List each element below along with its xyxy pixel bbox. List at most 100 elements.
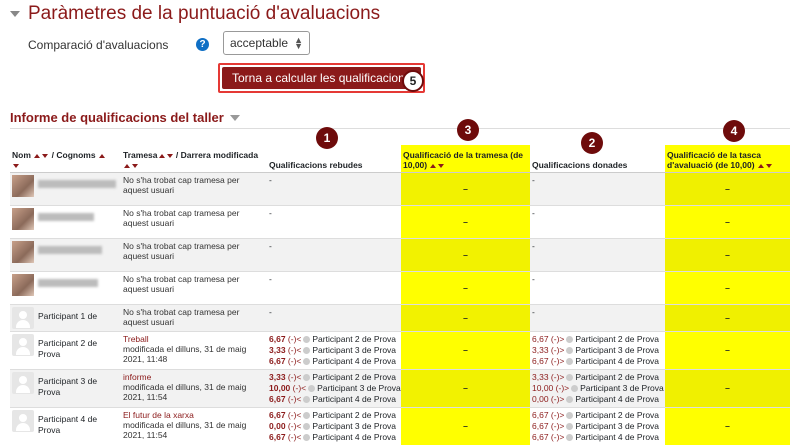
- user-avatar[interactable]: [12, 333, 34, 356]
- blurred-username: [38, 179, 116, 188]
- table-row: No s'ha trobat cap tramesa per aquest us…: [10, 204, 790, 238]
- grade-entry[interactable]: 6,67 (-)> Participant 2 de Prova: [532, 334, 663, 345]
- participant-name[interactable]: Participant 2 de Prova: [38, 334, 119, 360]
- sort-desc-icon[interactable]: [438, 163, 445, 168]
- participant-name[interactable]: Participant 1 de: [38, 307, 97, 322]
- user-avatar-icon: [566, 373, 574, 381]
- grade-entry[interactable]: 6,67 (-)< Participant 4 de Prova: [269, 432, 399, 443]
- submission-grade-cell: –: [401, 237, 530, 271]
- user-avatar[interactable]: [12, 240, 34, 263]
- grade-entry[interactable]: 0,00 (-)< Participant 3 de Prova: [269, 421, 399, 432]
- grade-entry[interactable]: 6,67 (-)> Participant 4 de Prova: [532, 432, 663, 443]
- report-header[interactable]: Informe de qualificacions del taller: [10, 110, 248, 125]
- grade-entry[interactable]: 10,00 (-)> Participant 3 de Prova: [532, 383, 664, 394]
- submission-grade-cell: –: [401, 330, 530, 369]
- grade-entry[interactable]: 6,67 (-)> Participant 3 de Prova: [532, 421, 663, 432]
- sort-desc-icon[interactable]: [42, 153, 49, 158]
- user-avatar-icon: [566, 422, 574, 430]
- sort-desc-icon[interactable]: [166, 153, 173, 158]
- help-icon[interactable]: ?: [196, 38, 209, 51]
- grade-entry[interactable]: 6,67 (-)< Participant 4 de Prova: [269, 394, 399, 405]
- submission-title-link[interactable]: informe: [123, 372, 265, 382]
- col-submission-label[interactable]: Tramesa: [123, 150, 158, 160]
- select-arrows-icon: ▲ ▼: [294, 35, 303, 51]
- col-submission-grade[interactable]: Qualificació de la tramesa (de 10,00): [401, 145, 530, 173]
- user-avatar[interactable]: [12, 409, 34, 432]
- col-name[interactable]: Nom / Cognoms: [10, 145, 121, 173]
- given-cell: -: [530, 204, 665, 238]
- collapse-caret-icon[interactable]: [10, 11, 20, 17]
- col-received: Qualificacions rebudes: [267, 145, 401, 173]
- received-cell: -: [267, 237, 401, 271]
- sort-asc-icon[interactable]: [98, 153, 105, 158]
- grades-report-table: Nom / Cognoms Tramesa / Darrera modifica…: [10, 145, 790, 445]
- recalc-highlight: Torna a calcular les qualificacions: [218, 63, 425, 93]
- col-assessment-grade-label[interactable]: Qualificació de la tasca d'avaluació (de…: [667, 150, 761, 170]
- callout-5: 5: [402, 70, 424, 92]
- grade-entry[interactable]: 6,67 (-)> Participant 2 de Prova: [532, 410, 663, 421]
- table-row: Participant 2 de Prova Treball modificada…: [10, 330, 790, 369]
- col-submission-grade-label[interactable]: Qualificació de la tramesa (de 10,00): [403, 150, 523, 170]
- col-submission[interactable]: Tramesa / Darrera modificada: [121, 145, 267, 173]
- user-avatar[interactable]: [12, 273, 34, 296]
- blurred-username: [38, 245, 102, 254]
- table-row: Participant 3 de Prova informe modificada…: [10, 368, 790, 407]
- grade-entry[interactable]: 6,67 (-)< Participant 2 de Prova: [269, 334, 399, 345]
- user-avatar-icon: [303, 346, 311, 354]
- user-avatar[interactable]: [12, 207, 34, 230]
- grade-entry[interactable]: 6,67 (-)< Participant 2 de Prova: [269, 410, 399, 421]
- user-avatar-icon: [303, 395, 311, 403]
- user-avatar[interactable]: [12, 371, 34, 394]
- table-row: No s'ha trobat cap tramesa per aquest us…: [10, 237, 790, 271]
- sort-asc-icon[interactable]: [757, 163, 764, 168]
- user-avatar-icon: [308, 384, 316, 392]
- sort-desc-icon[interactable]: [132, 163, 138, 168]
- submission-grade-cell: –: [401, 204, 530, 238]
- user-avatar-icon: [566, 357, 574, 365]
- blurred-username: [38, 278, 98, 287]
- grade-entry[interactable]: 6,67 (-)< Participant 4 de Prova: [269, 356, 399, 367]
- given-cell: -: [530, 303, 665, 331]
- user-avatar-icon: [303, 373, 311, 381]
- sort-desc-icon[interactable]: [13, 163, 19, 168]
- col-name-label[interactable]: Nom: [12, 150, 31, 160]
- grade-entry[interactable]: 10,00 (-)< Participant 3 de Prova: [269, 383, 401, 394]
- grade-entry[interactable]: 6,67 (-)> Participant 4 de Prova: [532, 356, 663, 367]
- grade-entry[interactable]: 3,33 (-)< Participant 3 de Prova: [269, 345, 399, 356]
- col-modified-label[interactable]: / Darrera modificada: [176, 150, 258, 160]
- submission-date: modificada el dilluns, 31 de maig 2021, …: [123, 419, 247, 440]
- user-avatar-icon: [303, 422, 311, 430]
- assessment-grade-cell: –: [665, 406, 790, 445]
- user-avatar-icon: [571, 384, 579, 392]
- submission-title-link[interactable]: Treball: [123, 334, 265, 344]
- divider: [10, 128, 790, 129]
- callout-4: 4: [723, 120, 745, 142]
- submission-title-link[interactable]: El futur de la xarxa: [123, 410, 265, 420]
- assessment-grade-cell: –: [665, 368, 790, 407]
- report-menu-caret-icon[interactable]: [229, 114, 240, 121]
- user-avatar[interactable]: [12, 174, 34, 197]
- recalculate-grades-button[interactable]: Torna a calcular les qualificacions: [222, 67, 421, 89]
- received-cell: -: [267, 270, 401, 304]
- assessment-grade-cell: –: [665, 171, 790, 205]
- comparison-select[interactable]: acceptable ▲ ▼: [223, 31, 310, 55]
- section-header[interactable]: Paràmetres de la puntuació d'avaluacions: [10, 3, 380, 25]
- submission-cell: No s'ha trobat cap tramesa per aquest us…: [121, 303, 267, 331]
- sort-asc-icon[interactable]: [124, 163, 130, 168]
- col-surname-label[interactable]: / Cognoms: [52, 150, 96, 160]
- grade-entry[interactable]: 0,00 (-)> Participant 4 de Prova: [532, 394, 663, 405]
- participant-name[interactable]: Participant 3 de Prova: [38, 372, 119, 398]
- grade-entry[interactable]: 3,33 (-)> Participant 3 de Prova: [532, 345, 663, 356]
- user-avatar-icon: [566, 335, 574, 343]
- grade-entry[interactable]: 3,33 (-)< Participant 2 de Prova: [269, 372, 399, 383]
- sort-asc-icon[interactable]: [158, 153, 165, 158]
- grade-entry[interactable]: 3,33 (-)> Participant 2 de Prova: [532, 372, 663, 383]
- participant-name[interactable]: Participant 4 de Prova: [38, 410, 119, 436]
- sort-asc-icon[interactable]: [430, 163, 437, 168]
- sort-desc-icon[interactable]: [765, 163, 772, 168]
- user-avatar[interactable]: [12, 306, 34, 329]
- sort-asc-icon[interactable]: [34, 153, 41, 158]
- col-assessment-grade[interactable]: Qualificació de la tasca d'avaluació (de…: [665, 145, 790, 173]
- table-row: No s'ha trobat cap tramesa per aquest us…: [10, 270, 790, 304]
- submission-grade-cell: –: [401, 270, 530, 304]
